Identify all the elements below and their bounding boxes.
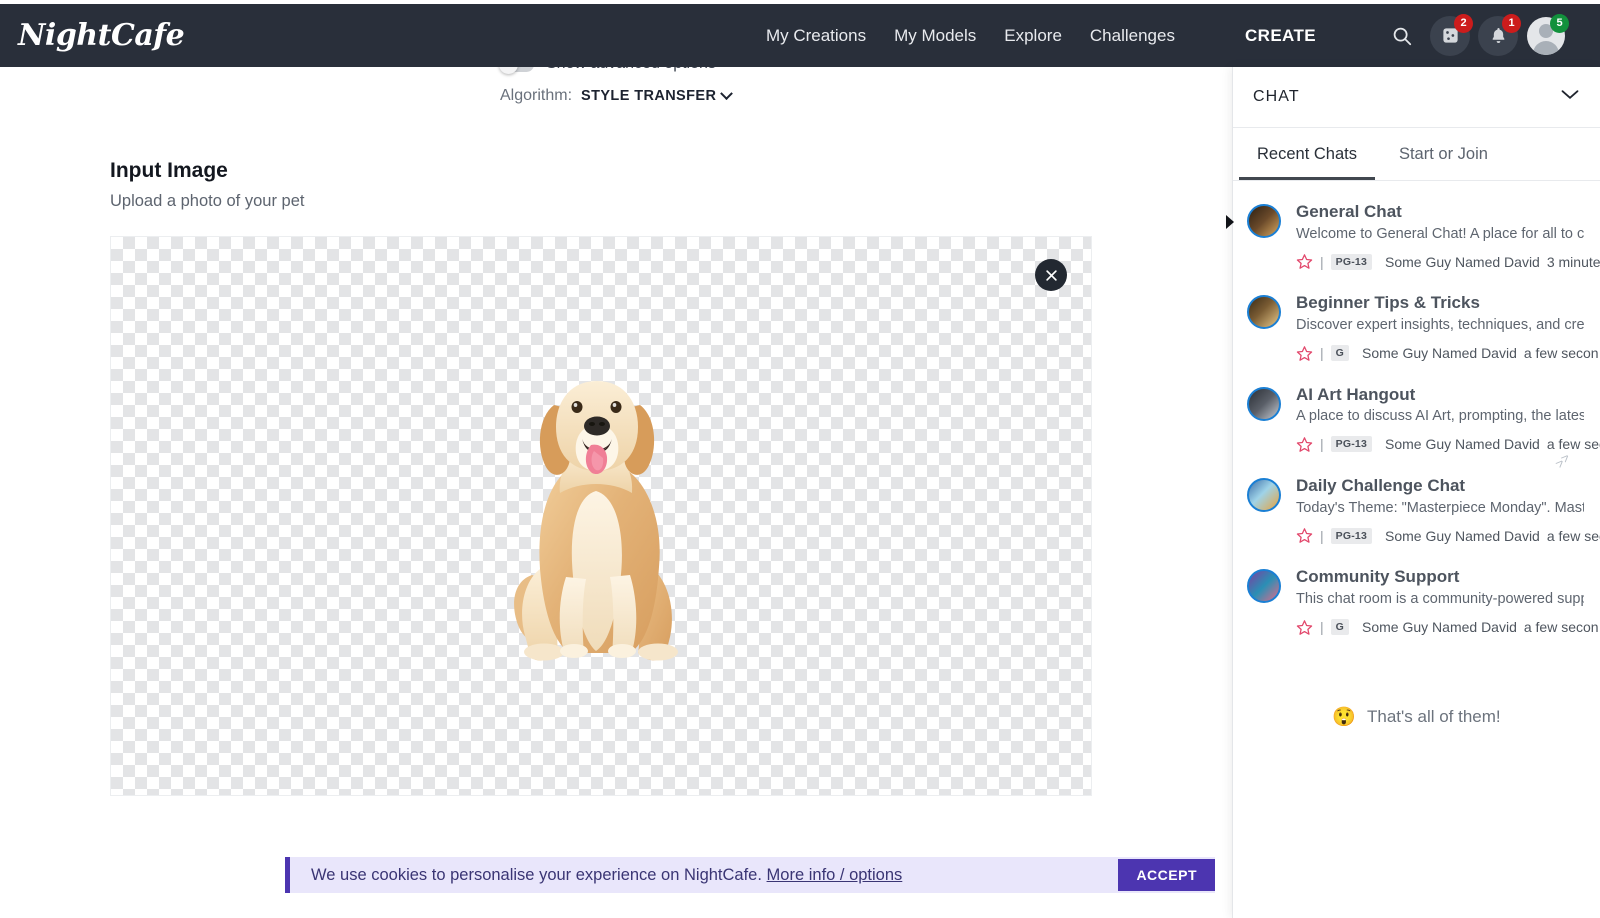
meta-separator: | [1320,253,1324,270]
create-button[interactable]: CREATE [1245,26,1316,46]
chat-rating-badge: PG-13 [1330,436,1372,453]
avatar-badge: 5 [1550,13,1569,33]
chat-list-item[interactable]: AI Art Hangout A place to discuss AI Art… [1233,373,1600,464]
main-content: Show advanced options Algorithm: STYLE T… [0,54,1200,918]
chat-timestamp: 3 minute [1546,253,1600,270]
star-icon [1296,619,1313,635]
chat-room-list[interactable]: General Chat Welcome to General Chat! A … [1233,181,1600,918]
nav-links: My Creations My Models Explore Challenge… [766,13,1600,56]
chat-owner-name: Some Guy Named David [1362,619,1517,636]
star-icon [1296,437,1313,452]
avatar [1247,386,1281,421]
chat-room-description: Discover expert insights, techniques, an… [1296,317,1584,334]
chat-owner-name: Some Guy Named David [1385,436,1540,453]
nav-link-challenges[interactable]: Challenges [1090,26,1175,46]
tab-recent-chats[interactable]: Recent Chats [1239,128,1375,180]
chat-item-body: Daily Challenge Chat Today's Theme: "Mas… [1296,475,1600,544]
nav-icon-group: 2 1 5 [1382,13,1569,56]
chat-timestamp: a few secon [1523,619,1599,636]
surprised-face-icon: 😲 [1332,706,1357,728]
dice-icon[interactable]: 2 [1430,13,1473,56]
chat-list-end-message: 😲 That's all of them! [1233,705,1600,729]
chat-item-body: General Chat Welcome to General Chat! A … [1296,201,1600,270]
chat-owner-name: Some Guy Named David [1385,253,1540,270]
chat-room-name: General Chat [1296,202,1402,221]
chat-rating-badge: G [1330,619,1350,636]
cookie-accept-button[interactable]: ACCEPT [1118,859,1215,891]
nav-link-explore[interactable]: Explore [1004,26,1062,46]
bell-icon[interactable]: 1 [1478,13,1521,56]
algorithm-value-text: STYLE TRANSFER [581,88,717,104]
chat-room-description: A place to discuss AI Art, prompting, th… [1296,408,1584,425]
meta-separator: | [1320,436,1324,453]
page-title: Input Image [110,159,228,182]
nightcafe-logo[interactable]: NightCafe [18,18,185,53]
algorithm-select[interactable]: STYLE TRANSFER [581,86,734,104]
star-icon [1296,528,1313,544]
chat-item-meta: | G Some Guy Named David a few secon [1296,345,1599,362]
star-icon [1296,254,1313,270]
chat-item-meta: | PG-13 Some Guy Named David 3 minute [1296,253,1600,270]
chat-owner-name: Some Guy Named David [1385,527,1540,544]
star-icon [1296,345,1313,361]
nav-link-my-creations[interactable]: My Creations [766,26,866,46]
avatar [1247,569,1281,604]
chat-rating-badge: PG-13 [1330,253,1372,270]
chat-rating-badge: PG-13 [1330,527,1372,544]
page-root: NightCafe My Creations My Models Explore… [0,0,1600,918]
chat-room-name: AI Art Hangout [1296,384,1416,404]
uploaded-pet-image [496,363,706,663]
chat-room-description: Today's Theme: "Masterpiece Monday". Mas… [1296,499,1584,516]
chat-list-item[interactable]: Community Support This chat room is a co… [1233,555,1600,646]
chat-timestamp: a few sec [1546,527,1600,544]
cookie-banner-message: We use cookies to personalise your exper… [311,865,762,884]
chat-tabs: Recent Chats Start or Join [1233,128,1600,181]
meta-separator: | [1320,619,1324,636]
avatar [1247,295,1281,330]
chat-room-description: This chat room is a community-powered su… [1296,591,1584,608]
chat-item-meta: | G Some Guy Named David a few secon [1296,619,1599,636]
chat-item-body: AI Art Hangout A place to discuss AI Art… [1296,384,1600,453]
meta-separator: | [1320,527,1324,544]
algorithm-label: Algorithm: [500,87,573,104]
chevron-down-icon [720,86,734,100]
notifications-badge: 1 [1502,13,1521,33]
input-image-dropzone[interactable] [110,236,1092,796]
chat-timestamp: a few sec [1546,436,1600,453]
chat-panel-header[interactable]: CHAT [1233,67,1600,128]
chat-room-name: Community Support [1296,567,1460,587]
chat-item-body: Beginner Tips & Tricks Discover expert i… [1296,292,1599,362]
chat-list-end-text: That's all of them! [1367,706,1501,726]
meta-separator: | [1320,345,1324,362]
page-subtitle: Upload a photo of your pet [110,192,305,210]
chat-panel-title: CHAT [1253,88,1300,105]
chat-item-meta: | PG-13 Some Guy Named David a few sec [1296,436,1600,453]
chat-owner-name: Some Guy Named David [1362,345,1517,362]
avatar[interactable]: 5 [1526,13,1569,56]
chat-timestamp: a few secon [1523,345,1599,362]
top-navigation-bar: NightCafe My Creations My Models Explore… [0,4,1600,67]
search-icon[interactable] [1382,16,1422,56]
cookie-banner-text: We use cookies to personalise your exper… [311,866,902,885]
chat-room-name: Beginner Tips & Tricks [1296,293,1480,313]
chat-room-name: Daily Challenge Chat [1296,475,1466,495]
cookie-banner: We use cookies to personalise your exper… [285,857,1215,893]
credits-badge: 2 [1454,13,1473,33]
chat-rating-badge: G [1330,345,1350,362]
chat-list-item[interactable]: Daily Challenge Chat Today's Theme: "Mas… [1233,464,1600,555]
chat-list-item[interactable]: General Chat Welcome to General Chat! A … [1233,190,1600,281]
close-icon[interactable] [1035,259,1067,291]
avatar [1247,204,1281,238]
chat-room-description: Welcome to General Chat! A place for all… [1296,225,1584,242]
cookie-more-info-link[interactable]: More info / options [767,866,903,884]
chat-item-body: Community Support This chat room is a co… [1296,566,1599,636]
chat-item-meta: | PG-13 Some Guy Named David a few sec [1296,527,1600,544]
tab-start-or-join[interactable]: Start or Join [1381,128,1506,180]
avatar [1247,477,1281,512]
nav-link-my-models[interactable]: My Models [894,26,976,46]
chat-panel: CHAT Recent Chats Start or Join General … [1226,67,1600,918]
algorithm-row: Algorithm: STYLE TRANSFER [500,86,734,105]
chat-list-item[interactable]: Beginner Tips & Tricks Discover expert i… [1233,281,1600,372]
chevron-down-icon[interactable] [1560,88,1580,106]
